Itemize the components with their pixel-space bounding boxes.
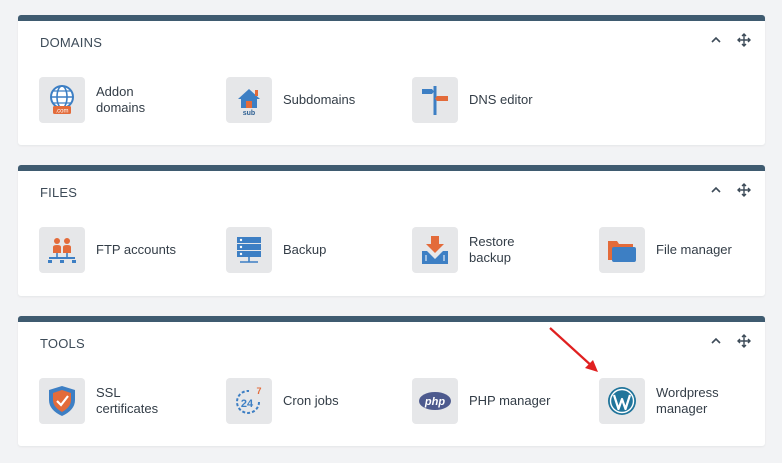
svg-text:24: 24 [241,398,254,410]
panel-title: FILES [40,185,78,200]
svg-text:php: php [424,396,445,408]
wordpress-logo-icon [599,378,645,424]
item-ssl-certificates[interactable]: SSL certificates [39,378,176,424]
move-icon[interactable] [737,183,751,197]
svg-text:.com: .com [55,109,68,115]
download-box-icon [412,227,458,273]
item-label: Backup [283,242,327,257]
panel-title: TOOLS [40,336,85,351]
item-wordpress-manager[interactable]: Wordpress manager [599,378,736,424]
users-network-icon [39,227,85,273]
collapse-chevron-icon[interactable] [709,334,723,348]
move-icon[interactable] [737,33,751,47]
item-label: Restore backup [469,234,515,265]
item-backup[interactable]: Backup [226,227,393,273]
item-label: Addon domains [96,84,146,115]
item-label: Cron jobs [283,393,339,408]
svg-text:7: 7 [256,386,261,396]
collapse-chevron-icon[interactable] [709,183,723,197]
signpost-icon [412,77,458,123]
panel-controls [709,334,751,348]
item-ftp-accounts[interactable]: FTP accounts [39,227,206,273]
php-logo-icon: php [412,378,458,424]
annotation-arrow-icon [549,327,598,372]
item-label: Subdomains [283,92,356,107]
svg-text:sub: sub [243,110,255,117]
shield-icon [39,378,85,424]
house-sub-icon: sub [226,77,272,123]
item-label: SSL certificates [96,385,159,416]
panel-tools: TOOLS SSL certificates 24 7 Cron jobs ph… [18,316,765,446]
item-cron-jobs[interactable]: 24 7 Cron jobs [226,378,393,424]
globe-com-icon: .com [39,77,85,123]
item-dns-editor[interactable]: DNS editor [412,77,579,123]
item-label: PHP manager [469,393,551,408]
collapse-chevron-icon[interactable] [709,33,723,47]
item-addon-domains[interactable]: .com Addon domains [39,77,166,123]
item-restore-backup[interactable]: Restore backup [412,227,529,273]
panel-controls [709,33,751,47]
panel-controls [709,183,751,197]
item-file-manager[interactable]: File manager [599,227,766,273]
folder-icon [599,227,645,273]
item-label: DNS editor [469,92,533,107]
panel-domains: DOMAINS .com Addon domains sub Subdomain… [18,15,765,145]
move-icon[interactable] [737,334,751,348]
item-subdomains[interactable]: sub Subdomains [226,77,393,123]
item-label: FTP accounts [96,242,176,257]
panel-files: FILES FTP accounts Backup Restore backup… [18,165,765,296]
panel-title: DOMAINS [40,35,103,50]
item-php-manager[interactable]: php PHP manager [412,378,579,424]
item-label: Wordpress manager [656,385,719,416]
item-label: File manager [656,242,732,257]
clock-24-7-icon: 24 7 [226,378,272,424]
server-stack-icon [226,227,272,273]
